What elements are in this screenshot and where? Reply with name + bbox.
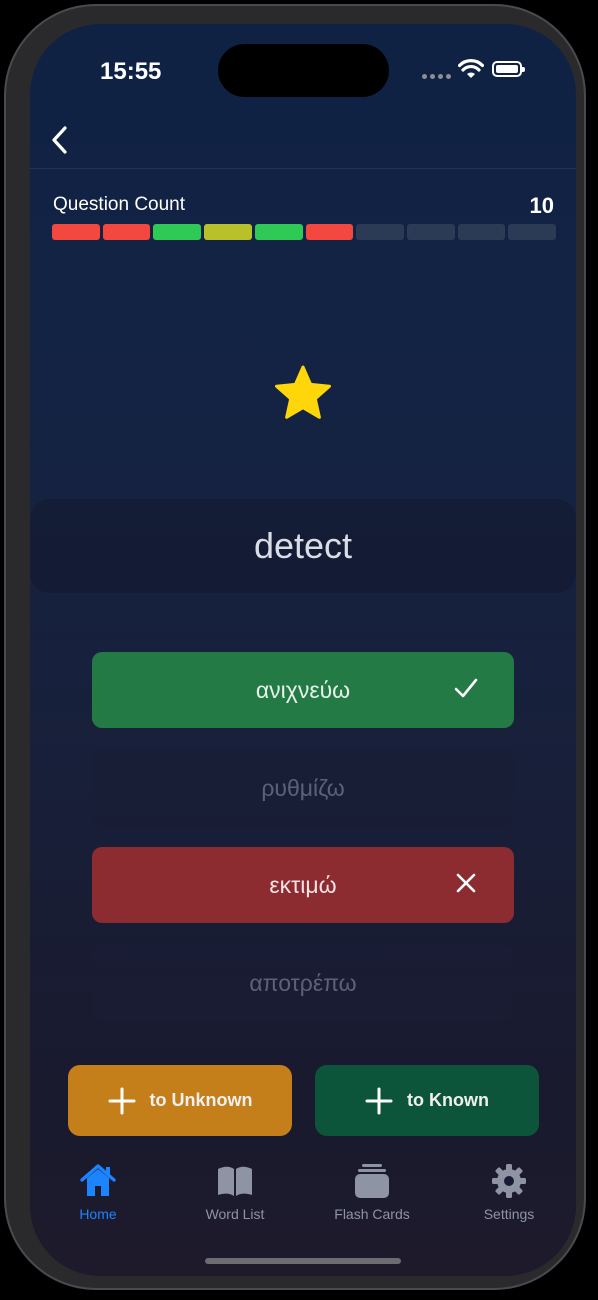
question-progress-bar [52, 224, 557, 240]
tab-settings-label: Settings [483, 1206, 535, 1222]
star-icon [275, 365, 331, 419]
progress-segment-correct [254, 224, 303, 240]
question-word: detect [253, 525, 353, 566]
house-icon [80, 1164, 116, 1196]
progress-segment-pending [356, 224, 404, 240]
status-bar: 15:55 [30, 24, 576, 114]
app-screen: 15:55 Question Count 10 detect ανιχνεύω … [30, 24, 576, 1276]
progress-segment-pending [406, 224, 455, 240]
battery-icon [492, 61, 525, 77]
book-icon [218, 1166, 252, 1196]
home-indicator [205, 1258, 401, 1264]
question-count-label: Question Count [53, 194, 186, 215]
status-time: 15:55 [100, 58, 162, 85]
progress-segment-partial [204, 224, 252, 240]
progress-segment-wrong [305, 224, 354, 240]
tab-word-list-label: Word List [205, 1206, 265, 1222]
progress-segment-wrong [52, 224, 100, 240]
plus-icon [108, 1087, 135, 1114]
add-to-known-label: to Known [407, 1090, 489, 1110]
add-to-unknown-label: to Unknown [149, 1090, 253, 1110]
add-to-unknown-button[interactable]: to Unknown [68, 1065, 292, 1136]
cross-icon [456, 873, 476, 893]
answer-option-label: ανιχνεύω [255, 676, 351, 703]
answer-option-1[interactable]: ανιχνεύω [92, 652, 514, 728]
tab-flash-cards-label: Flash Cards [334, 1206, 410, 1222]
question-word-card: detect [30, 499, 576, 593]
progress-segment-pending [508, 224, 557, 240]
tab-flash-cards[interactable]: Flash Cards [317, 1162, 427, 1226]
answer-option-label: ρυθμίζω [261, 774, 345, 801]
cellular-signal-icon [422, 74, 451, 79]
tab-home-label: Home [79, 1206, 117, 1222]
answer-option-2[interactable]: ρυθμίζω [92, 750, 514, 826]
answer-option-4[interactable]: αποτρέπω [92, 945, 514, 1021]
progress-segment-wrong [102, 224, 151, 240]
add-to-known-button[interactable]: to Known [315, 1065, 539, 1136]
gear-icon [492, 1164, 526, 1198]
phone-frame: 15:55 Question Count 10 detect ανιχνεύω … [4, 4, 586, 1290]
wifi-icon [458, 59, 484, 78]
back-button[interactable] [38, 118, 82, 162]
favorite-star-button[interactable] [273, 364, 333, 424]
navigation-bar [30, 114, 576, 169]
checkmark-icon [454, 678, 478, 698]
dynamic-island [218, 44, 389, 97]
cards-stack-icon [355, 1164, 389, 1198]
question-count-value: 10 [529, 193, 554, 218]
answer-option-label: εκτιμώ [269, 871, 337, 898]
chevron-left-icon [52, 126, 67, 154]
tab-word-list[interactable]: Word List [180, 1162, 290, 1226]
tab-bar: Home Word List Flash Cards Settings [30, 1162, 576, 1242]
answer-option-3[interactable]: εκτιμώ [92, 847, 514, 923]
progress-segment-correct [153, 224, 202, 240]
progress-segment-pending [457, 224, 506, 240]
tab-settings[interactable]: Settings [454, 1162, 564, 1226]
plus-icon [365, 1087, 393, 1114]
tab-home[interactable]: Home [43, 1162, 153, 1226]
answer-option-label: αποτρέπω [249, 969, 357, 996]
